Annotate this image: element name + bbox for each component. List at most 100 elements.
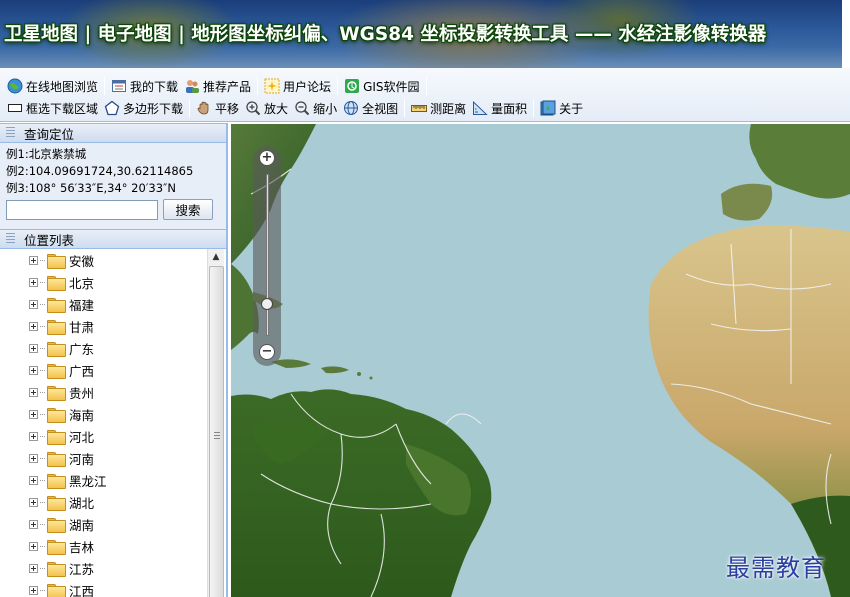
expand-icon[interactable] — [29, 365, 38, 375]
zoom-out-label: 缩小 — [313, 101, 338, 116]
location-item-label: 黑龙江 — [69, 473, 107, 489]
map-view[interactable] — [231, 124, 850, 597]
box-select-download-button[interactable]: 框选下载区域 — [4, 98, 101, 118]
separator — [533, 99, 535, 117]
search-button[interactable]: 搜索 — [163, 199, 213, 220]
location-item[interactable]: 北京 — [0, 271, 226, 293]
about-button[interactable]: 关于 — [537, 98, 586, 118]
expand-icon[interactable] — [29, 387, 38, 397]
zoom-in-icon — [245, 100, 261, 116]
measure-distance-button[interactable]: 测距离 — [408, 98, 469, 118]
location-item[interactable]: 甘肃 — [0, 315, 226, 337]
expand-icon[interactable] — [29, 475, 38, 485]
expand-icon[interactable] — [29, 541, 38, 551]
location-item-label: 吉林 — [69, 539, 95, 555]
location-panel-header[interactable]: 位置列表 — [0, 229, 226, 249]
expand-icon[interactable] — [29, 277, 38, 287]
tree-connector — [40, 281, 45, 283]
full-extent-icon — [343, 100, 359, 116]
query-panel: 例1:北京紫禁城 例2:104.09691724,30.62114865 例3:… — [0, 143, 226, 229]
query-panel-title: 查询定位 — [24, 126, 75, 142]
tree-connector — [40, 303, 45, 305]
zoom-in-label: 放大 — [264, 101, 289, 116]
left-panel: 查询定位 例1:北京紫禁城 例2:104.09691724,30.6211486… — [0, 123, 228, 597]
folder-icon — [47, 297, 66, 313]
folder-icon — [47, 495, 66, 511]
separator — [337, 77, 339, 95]
expand-icon[interactable] — [29, 299, 38, 309]
globe-icon — [7, 78, 23, 94]
location-item[interactable]: 福建 — [0, 293, 226, 315]
pan-button[interactable]: 平移 — [193, 98, 242, 118]
location-item[interactable]: 湖北 — [0, 491, 226, 513]
gis-icon — [344, 78, 360, 94]
measure-area-button[interactable]: 量面积 — [469, 98, 530, 118]
tree-connector — [40, 457, 45, 459]
expand-icon[interactable] — [29, 321, 38, 331]
satellite-map[interactable] — [231, 124, 850, 597]
zoom-in-map-button[interactable]: + — [259, 150, 275, 166]
zoom-slider-handle[interactable] — [261, 297, 273, 310]
gis-software-button[interactable]: GIS软件园 — [341, 76, 422, 96]
location-item[interactable]: 贵州 — [0, 381, 226, 403]
tree-connector — [40, 325, 45, 327]
location-item[interactable]: 黑龙江 — [0, 469, 226, 491]
location-panel-title: 位置列表 — [24, 232, 75, 248]
scrollbar-thumb[interactable] — [209, 266, 224, 597]
recommended-products-button[interactable]: 推荐产品 — [181, 76, 254, 96]
separator — [257, 77, 259, 95]
location-item[interactable]: 河南 — [0, 447, 226, 469]
online-map-button[interactable]: 在线地图浏览 — [4, 76, 101, 96]
folder-icon — [47, 407, 66, 423]
location-item[interactable]: 江西 — [0, 579, 226, 597]
folder-icon — [47, 385, 66, 401]
user-forum-button[interactable]: 用户论坛 — [261, 76, 334, 96]
app-banner: 卫星地图 | 电子地图 | 地形图坐标纠偏、WGS84 坐标投影转换工具 —— … — [0, 0, 850, 68]
about-icon — [540, 100, 556, 116]
expand-icon[interactable] — [29, 453, 38, 463]
my-downloads-button[interactable]: 我的下载 — [108, 76, 181, 96]
location-tree: 安徽 北京 福建 甘肃 广东 广西 贵州海南河北河南黑龙江湖北 湖南吉林江苏 江西 — [0, 249, 226, 597]
expand-icon[interactable] — [29, 255, 38, 265]
query-panel-header[interactable]: 查询定位 — [0, 123, 226, 143]
location-item[interactable]: 河北 — [0, 425, 226, 447]
app-title: 卫星地图 | 电子地图 | 地形图坐标纠偏、WGS84 坐标投影转换工具 —— … — [4, 24, 767, 45]
toolbar-row-2: 框选下载区域 多边形下载 平移 放大 缩小 全视图 测距离 量面积 关于 — [4, 98, 586, 118]
tree-connector — [40, 567, 45, 569]
folder-icon — [47, 275, 66, 291]
expand-icon[interactable] — [29, 563, 38, 573]
zoom-slider-track[interactable] — [266, 174, 269, 336]
full-extent-button[interactable]: 全视图 — [340, 98, 401, 118]
location-item[interactable]: 吉林 — [0, 535, 226, 557]
scroll-up-arrow-icon[interactable]: ▲ — [208, 249, 224, 266]
zoom-out-button[interactable]: 缩小 — [291, 98, 340, 118]
location-item-label: 海南 — [69, 407, 95, 423]
tree-connector — [40, 479, 45, 481]
location-item-label: 河南 — [69, 451, 95, 467]
zoom-out-map-button[interactable]: − — [259, 344, 275, 360]
separator — [104, 77, 106, 95]
example-3: 例3:108° 56′33″E,34° 20′33″N — [6, 181, 176, 195]
expand-icon[interactable] — [29, 343, 38, 353]
expand-icon[interactable] — [29, 585, 38, 595]
location-item[interactable]: 湖南 — [0, 513, 226, 535]
pan-icon — [196, 100, 212, 116]
expand-icon[interactable] — [29, 409, 38, 419]
full-extent-label: 全视图 — [362, 101, 399, 116]
rectangle-select-icon — [7, 100, 23, 116]
location-item[interactable]: 安徽 — [0, 249, 226, 271]
location-item[interactable]: 广东 — [0, 337, 226, 359]
zoom-in-button[interactable]: 放大 — [242, 98, 291, 118]
location-item[interactable]: 江苏 — [0, 557, 226, 579]
polygon-download-button[interactable]: 多边形下载 — [101, 98, 186, 118]
location-scrollbar[interactable]: ▲ — [207, 249, 224, 597]
expand-icon[interactable] — [29, 431, 38, 441]
example-2: 例2:104.09691724,30.62114865 — [6, 164, 194, 178]
watermark: 最需教育 — [726, 554, 826, 582]
expand-icon[interactable] — [29, 497, 38, 507]
location-item[interactable]: 海南 — [0, 403, 226, 425]
folder-icon — [47, 253, 66, 269]
location-item[interactable]: 广西 — [0, 359, 226, 381]
search-input[interactable] — [6, 199, 158, 220]
expand-icon[interactable] — [29, 519, 38, 529]
